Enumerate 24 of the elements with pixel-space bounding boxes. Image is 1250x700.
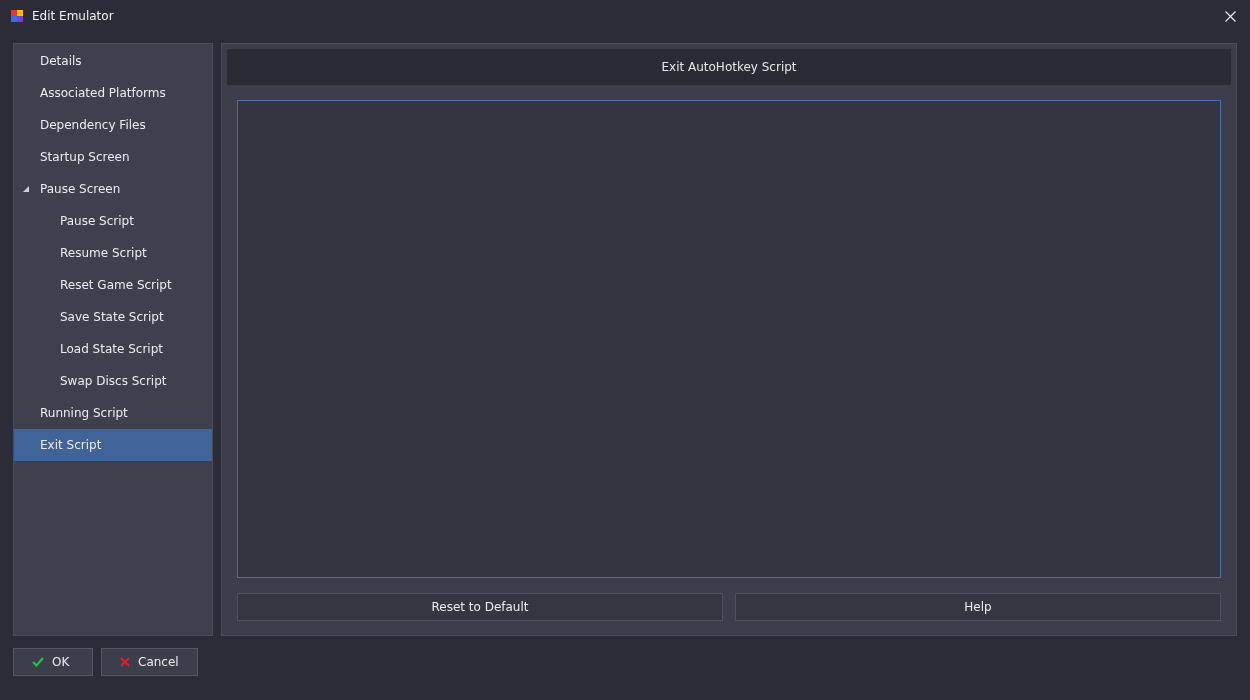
tree-item[interactable]: Pause Script xyxy=(14,205,212,237)
window-title: Edit Emulator xyxy=(32,9,114,23)
cube-logo-icon xyxy=(10,9,24,23)
tree-item[interactable]: Dependency Files xyxy=(14,109,212,141)
panel-header: Exit AutoHotkey Script xyxy=(227,49,1231,85)
cancel-button[interactable]: Cancel xyxy=(101,648,198,676)
tree-item[interactable]: Details xyxy=(14,45,212,77)
panel-button[interactable]: Reset to Default xyxy=(237,593,723,621)
ok-button[interactable]: OK xyxy=(13,648,93,676)
tree-item[interactable]: Running Script xyxy=(14,397,212,429)
tree-item[interactable]: Save State Script xyxy=(14,301,212,333)
tree-item[interactable]: Load State Script xyxy=(14,333,212,365)
tree-item[interactable]: Resume Script xyxy=(14,237,212,269)
cross-icon xyxy=(120,657,130,667)
tree-item[interactable]: Startup Screen xyxy=(14,141,212,173)
tree-item[interactable]: Pause Screen xyxy=(14,173,212,205)
panel-button[interactable]: Help xyxy=(735,593,1221,621)
expanded-triangle-icon[interactable] xyxy=(23,186,29,192)
close-icon xyxy=(1225,10,1236,22)
tree-item[interactable]: Reset Game Script xyxy=(14,269,212,301)
tree-item[interactable]: Associated Platforms xyxy=(14,77,212,109)
tree-item[interactable]: Exit Script xyxy=(14,429,212,461)
checkmark-icon xyxy=(32,657,44,667)
tree-item[interactable]: Swap Discs Script xyxy=(14,365,212,397)
